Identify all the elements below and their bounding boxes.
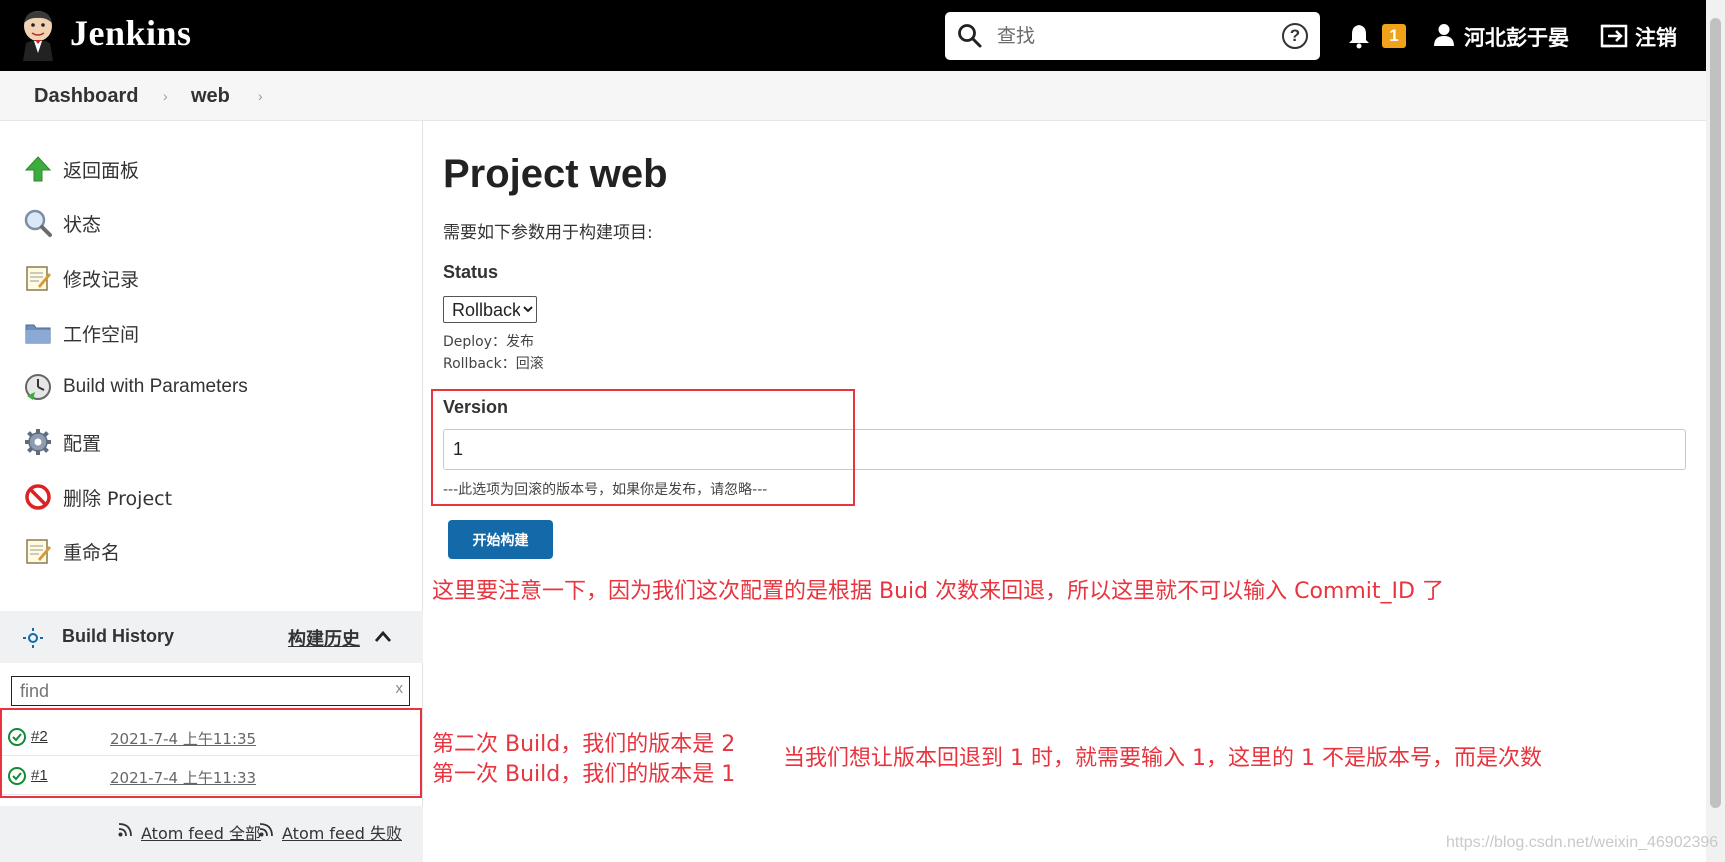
atom-feed-all-link[interactable]: Atom feed 全部: [141, 820, 261, 844]
status-help-rollback: Rollback：回滚: [443, 356, 544, 372]
logout-icon[interactable]: [1600, 24, 1628, 48]
breadcrumb-chevron-icon[interactable]: ›: [258, 88, 263, 104]
breadcrumb-chevron-icon[interactable]: ›: [163, 88, 168, 104]
bell-icon[interactable]: [1347, 23, 1371, 49]
atom-feed-failed-link[interactable]: Atom feed 失败: [282, 820, 402, 844]
annotation-box-builds: [0, 708, 422, 798]
clear-filter-icon[interactable]: x: [396, 680, 404, 697]
sidebar-item-rename[interactable]: 重命名: [22, 533, 120, 569]
logout-link[interactable]: 注销: [1635, 22, 1677, 52]
help-icon[interactable]: ?: [1282, 23, 1308, 49]
annotation-note-rollback: 当我们想让版本回退到 1 时，就需要输入 1，这里的 1 不是版本号，而是次数: [783, 746, 1542, 771]
page-title: Project web: [443, 152, 668, 196]
clock-icon: [25, 374, 51, 400]
magnifier-icon: [24, 209, 52, 237]
chevron-up-icon[interactable]: [374, 629, 392, 643]
folder-icon: [25, 324, 51, 344]
sidebar-item-build-with-parameters[interactable]: Build with Parameters: [22, 369, 248, 405]
annotation-note-main: 这里要注意一下，因为我们这次配置的是根据 Buid 次数来回退，所以这里就不可以…: [432, 579, 1444, 604]
jenkins-logo-icon[interactable]: [18, 9, 58, 61]
notification-badge[interactable]: 1: [1382, 24, 1406, 48]
annotation-note-build1: 第一次 Build，我们的版本是 1: [432, 762, 736, 787]
search-input[interactable]: [997, 20, 1257, 52]
parameters-description: 需要如下参数用于构建项目:: [443, 223, 653, 243]
sidebar-item-back-to-dashboard[interactable]: 返回面板: [22, 151, 139, 187]
status-select[interactable]: Rollback: [443, 296, 537, 323]
breadcrumb-dashboard[interactable]: Dashboard: [34, 85, 138, 108]
search-icon: [958, 24, 982, 48]
start-build-button[interactable]: 开始构建: [448, 520, 553, 559]
sidebar-item-delete-project[interactable]: 删除 Project: [22, 479, 172, 515]
rss-icon: [259, 823, 273, 837]
scrollbar-thumb[interactable]: [1710, 18, 1721, 808]
annotation-box-version: [431, 389, 855, 506]
up-arrow-icon: [24, 156, 52, 182]
build-history-header: Build History 构建历史: [0, 611, 423, 663]
notepad-icon: [26, 539, 51, 564]
user-icon[interactable]: [1433, 23, 1455, 47]
atom-feed-bar: Atom feed 全部 Atom feed 失败: [0, 806, 423, 862]
sidebar-item-workspace[interactable]: 工作空间: [22, 315, 139, 351]
user-name-link[interactable]: 河北彭于晏: [1464, 22, 1569, 52]
sidebar-item-changes[interactable]: 修改记录: [22, 260, 139, 296]
status-help-deploy: Deploy：发布: [443, 334, 535, 350]
build-history-title: Build History: [62, 626, 175, 646]
jenkins-brand[interactable]: Jenkins: [70, 12, 192, 54]
no-entry-icon: [25, 484, 51, 510]
breadcrumb-web[interactable]: web: [191, 85, 230, 108]
build-history-trend-link[interactable]: 构建历史: [288, 625, 360, 651]
watermark: https://blog.csdn.net/weixin_46902396: [1446, 834, 1719, 851]
build-history-find-input[interactable]: [20, 680, 380, 702]
notepad-icon: [26, 266, 51, 291]
sidebar-item-status[interactable]: 状态: [22, 205, 101, 241]
gear-icon: [25, 429, 51, 455]
status-label: Status: [443, 262, 499, 282]
build-history-filter[interactable]: x: [11, 676, 410, 706]
top-header: Jenkins ? 1 河北彭于晏 注销: [0, 0, 1706, 71]
rss-icon: [118, 823, 132, 837]
sidebar-item-configure[interactable]: 配置: [22, 424, 101, 460]
search-box[interactable]: ?: [945, 12, 1320, 60]
annotation-note-build2: 第二次 Build，我们的版本是 2: [432, 732, 736, 757]
build-history-icon: [23, 628, 43, 648]
breadcrumb: Dashboard › web ›: [0, 71, 1706, 121]
